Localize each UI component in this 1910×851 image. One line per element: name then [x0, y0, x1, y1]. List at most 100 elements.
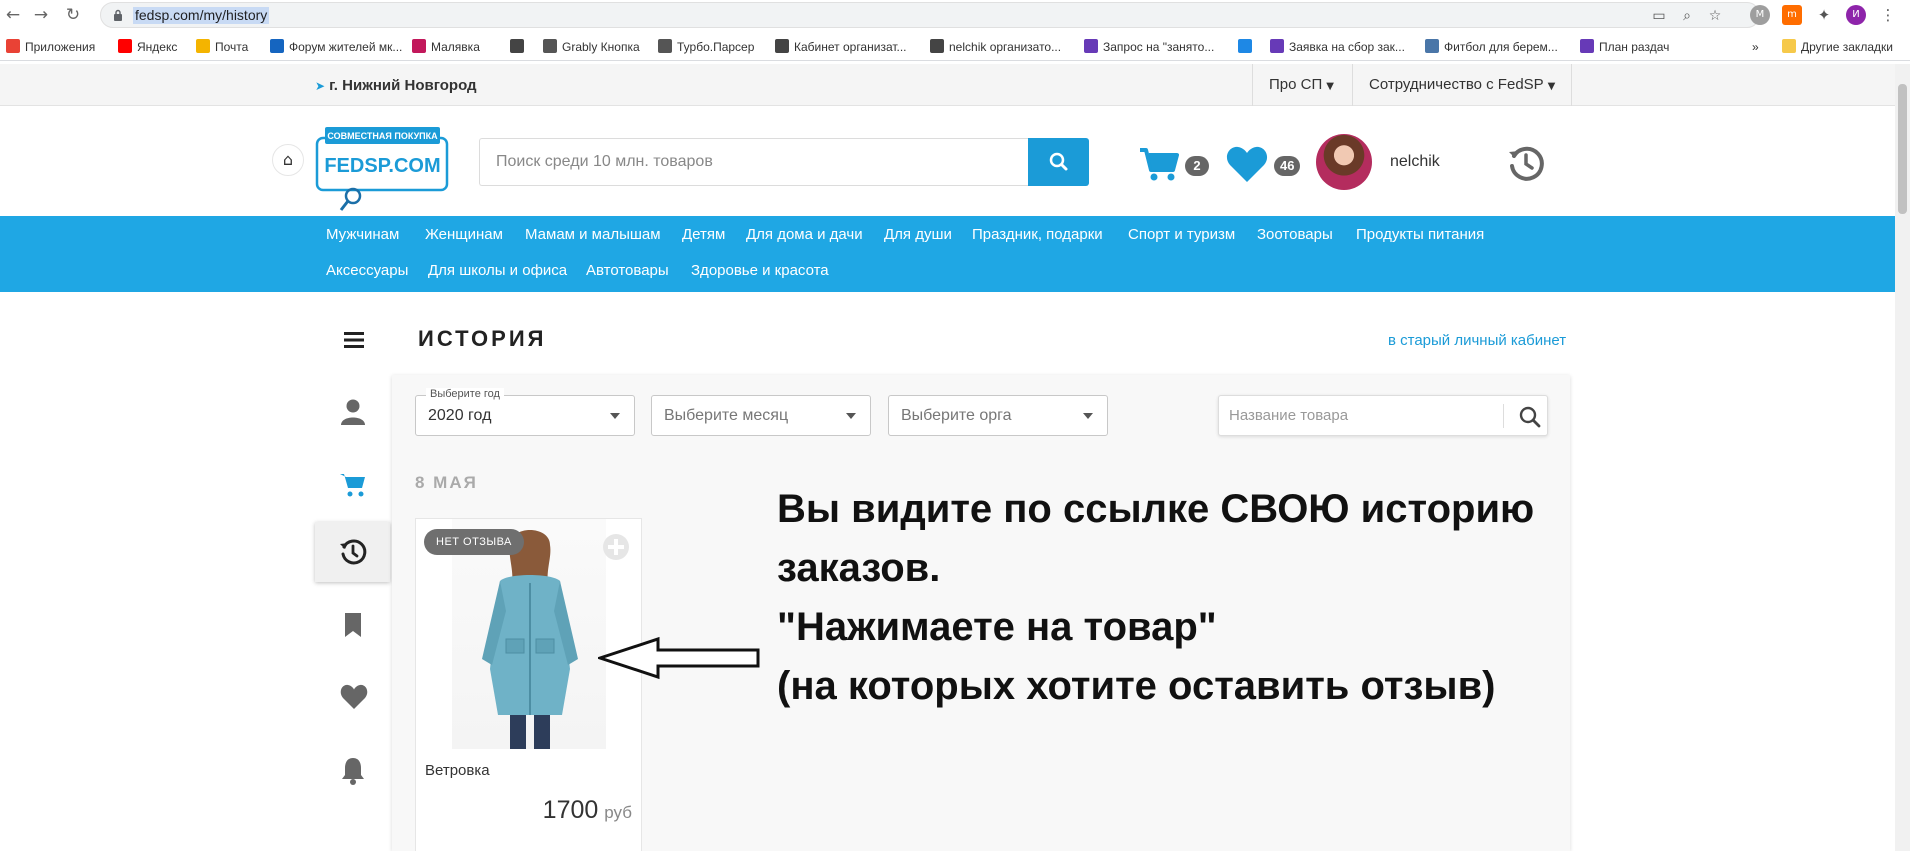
org-select[interactable]: Выберите орга — [888, 395, 1108, 436]
favorites-heart-icon[interactable] — [1225, 144, 1269, 184]
bookmark-item[interactable]: Почта — [196, 38, 248, 56]
bookmark-item[interactable]: Турбо.Парсер — [658, 38, 754, 56]
folder-icon — [1782, 39, 1796, 53]
category-link[interactable]: Праздник, подарки — [972, 226, 1103, 243]
category-link[interactable]: Детям — [682, 226, 725, 243]
annotation-text: Вы видите по ссылке СВОЮ историю заказов… — [777, 480, 1577, 716]
extensions-puzzle-icon[interactable]: ✦ — [1814, 5, 1834, 25]
forward-icon[interactable]: → — [30, 4, 52, 26]
username[interactable]: nelchik — [1390, 153, 1440, 171]
menu-about-sp[interactable]: Про СП ▼ — [1252, 64, 1350, 106]
cart-count-badge: 2 — [1185, 156, 1209, 176]
mail-icon — [196, 39, 210, 53]
reload-icon[interactable]: ↻ — [62, 4, 84, 26]
year-select[interactable]: Выберите год 2020 год — [415, 388, 635, 436]
bookmark-label: Запрос на "занято... — [1103, 40, 1215, 54]
bookmark-item[interactable]: Приложения — [6, 38, 95, 56]
category-link[interactable]: Автотовары — [586, 262, 669, 279]
site-search-button[interactable] — [1028, 138, 1089, 186]
cast-icon[interactable]: ▭ — [1651, 8, 1667, 24]
side-item-notifications[interactable] — [315, 740, 390, 800]
side-item-favorites[interactable] — [315, 667, 390, 727]
side-item-profile[interactable] — [315, 382, 390, 442]
home-icon[interactable]: ⌂ — [272, 144, 304, 176]
menu-cooperation[interactable]: Сотрудничество с FedSP ▼ — [1352, 64, 1573, 106]
lock-icon — [114, 9, 122, 21]
search-icon[interactable] — [1519, 406, 1541, 428]
category-link[interactable]: Женщинам — [425, 226, 503, 243]
other-bookmarks[interactable]: Другие закладки — [1782, 38, 1893, 56]
bookmark-item[interactable]: nelchik организато... — [930, 38, 1061, 56]
month-select-value: Выберите месяц — [664, 407, 789, 424]
bookmarks-overflow-button[interactable]: » — [1752, 38, 1759, 56]
bookmark-item[interactable] — [1238, 38, 1257, 56]
bookmark-item[interactable]: План раздач — [1580, 38, 1669, 56]
globe-icon — [658, 39, 672, 53]
month-select[interactable]: Выберите месяц — [651, 395, 871, 436]
fedsp-logo[interactable]: СОВМЕСТНАЯ ПОКУПКА FEDSP.COM — [315, 124, 450, 214]
bookmark-item[interactable]: Фитбол для берем... — [1425, 38, 1558, 56]
old-cabinet-link[interactable]: в старый личный кабинет — [1388, 332, 1566, 349]
category-link[interactable]: Для дома и дачи — [746, 226, 863, 243]
product-card[interactable]: НЕТ ОТЗЫВА Ветровка 1700 руб — [415, 518, 642, 851]
side-item-bookmarks[interactable] — [315, 595, 390, 655]
extension-m-icon[interactable]: M — [1750, 5, 1770, 25]
product-name-input[interactable] — [1219, 396, 1499, 435]
history-icon[interactable] — [1507, 144, 1545, 182]
bookmark-item[interactable]: Кабинет организат... — [775, 38, 907, 56]
address-url[interactable]: fedsp.com/my/history — [133, 7, 270, 24]
annotation-line-3: "Нажимаете на товар" — [777, 605, 1217, 649]
bookmark-item[interactable]: Малявка — [412, 38, 480, 56]
bookmark-item[interactable]: Форум жителей мк... — [270, 38, 402, 56]
bookmark-item[interactable] — [510, 38, 529, 56]
bookmark-item[interactable]: Яндекс — [118, 38, 177, 56]
bookmarks-bar: Приложения Яндекс Почта Форум жителей мк...… — [0, 33, 1910, 61]
site-search-input[interactable] — [480, 139, 1028, 185]
bookmark-item[interactable]: Grably Кнопка — [543, 38, 640, 56]
category-link[interactable]: Зоотовары — [1257, 226, 1333, 243]
add-circle-icon[interactable] — [602, 533, 630, 561]
address-bar[interactable]: fedsp.com/my/history ▭ ⌕ ☆ — [100, 2, 1760, 28]
bookmark-label: Grably Кнопка — [562, 40, 640, 54]
category-link[interactable]: Спорт и туризм — [1128, 226, 1235, 243]
category-link[interactable]: Мужчинам — [326, 226, 399, 243]
category-link[interactable]: Для школы и офиса — [428, 262, 567, 279]
account-side-menu — [315, 320, 390, 851]
year-select-label: Выберите год — [426, 388, 504, 400]
cart-icon[interactable] — [1138, 146, 1180, 182]
bookmark-label: Приложения — [25, 40, 96, 54]
profile-avatar-icon[interactable]: И — [1846, 5, 1866, 25]
no-review-badge: НЕТ ОТЗЫВА — [424, 529, 524, 555]
side-item-cart[interactable] — [315, 455, 390, 515]
extension-mi-icon[interactable]: m — [1782, 5, 1802, 25]
annotation-line-2: заказов. — [777, 546, 941, 590]
category-link[interactable]: Продукты питания — [1356, 226, 1484, 243]
page-scrollbar[interactable] — [1895, 64, 1910, 851]
side-item-history[interactable] — [315, 522, 390, 582]
tool-icon — [1238, 39, 1252, 53]
dropdown-arrow-icon — [1083, 413, 1093, 419]
site-search-box — [479, 138, 1028, 186]
product-title[interactable]: Ветровка — [425, 762, 490, 779]
category-link[interactable]: Для души — [884, 226, 952, 243]
scrollbar-thumb[interactable] — [1898, 84, 1907, 214]
zoom-icon[interactable]: ⌕ — [1679, 8, 1695, 24]
back-icon[interactable]: ← — [2, 4, 24, 26]
category-nav: Мужчинам Женщинам Мамам и малышам Детям Для … — [0, 216, 1895, 292]
page-title: ИСТОРИЯ — [418, 326, 547, 351]
heart-icon — [340, 684, 368, 709]
category-link[interactable]: Аксессуары — [326, 262, 408, 279]
globe-icon — [543, 39, 557, 53]
bookmark-star-icon[interactable]: ☆ — [1707, 8, 1723, 24]
bookmark-item[interactable]: Запрос на "занято... — [1084, 38, 1214, 56]
bookmark-item[interactable]: Заявка на сбор зак... — [1270, 38, 1405, 56]
browser-toolbar: ← → ↻ fedsp.com/my/history ▭ ⌕ ☆ M m ✦ И… — [0, 0, 1910, 30]
product-name-search — [1218, 395, 1548, 436]
category-link[interactable]: Здоровье и красота — [691, 262, 829, 279]
bookmark-label: Малявка — [431, 40, 480, 54]
browser-menu-icon[interactable]: ⋮ — [1878, 5, 1898, 25]
category-link[interactable]: Мамам и малышам — [525, 226, 661, 243]
caret-down-icon: ▼ — [1326, 81, 1334, 92]
user-avatar[interactable] — [1316, 134, 1372, 190]
city-selector[interactable]: ➤ г. Нижний Новгород — [315, 77, 477, 94]
